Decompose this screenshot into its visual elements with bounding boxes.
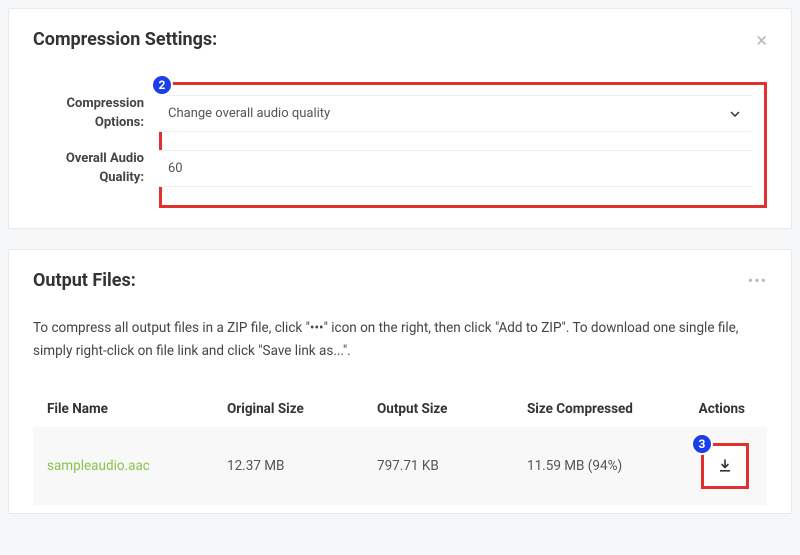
col-output-size: Output Size [377, 401, 527, 417]
quality-input[interactable] [158, 150, 752, 187]
col-original-size: Original Size [227, 401, 377, 417]
quality-row: Overall Audio Quality: [162, 150, 764, 187]
col-actions: Actions [667, 401, 753, 417]
col-size-compressed: Size Compressed [527, 401, 667, 417]
cell-size-compressed: 11.59 MB (94%) [527, 458, 667, 474]
file-link[interactable]: sampleaudio.aac [47, 458, 227, 474]
cell-actions: 3 [667, 443, 753, 489]
cell-original-size: 12.37 MB [227, 458, 377, 474]
cell-output-size: 797.71 KB [377, 458, 527, 474]
quality-label: Overall Audio Quality: [34, 150, 158, 186]
settings-highlight: 2 Compression Options: Change overall au… [159, 82, 767, 208]
options-label: Compression Options: [34, 95, 158, 131]
output-header: Output Files: ••• [33, 270, 767, 291]
compression-header: Compression Settings: × [33, 29, 767, 50]
options-select-value: Change overall audio quality [158, 96, 752, 131]
col-file-name: File Name [47, 401, 227, 417]
compression-settings-card: Compression Settings: × 2 Compression Op… [8, 8, 792, 229]
table-row: sampleaudio.aac 12.37 MB 797.71 KB 11.59… [33, 427, 767, 505]
output-files-card: Output Files: ••• To compress all output… [8, 249, 792, 514]
chevron-down-icon [730, 111, 740, 117]
compression-title: Compression Settings: [33, 29, 217, 50]
close-icon[interactable]: × [756, 30, 767, 50]
step-badge-2: 2 [151, 74, 173, 96]
step-badge-3: 3 [691, 433, 713, 455]
download-button[interactable]: 3 [701, 443, 749, 489]
output-table-header: File Name Original Size Output Size Size… [33, 391, 767, 427]
output-title: Output Files: [33, 270, 136, 291]
download-icon [718, 459, 732, 473]
more-icon[interactable]: ••• [748, 271, 767, 290]
output-help-text: To compress all output files in a ZIP fi… [33, 317, 767, 363]
compression-options-select[interactable]: Change overall audio quality [158, 95, 752, 132]
options-row: Compression Options: Change overall audi… [162, 95, 764, 132]
